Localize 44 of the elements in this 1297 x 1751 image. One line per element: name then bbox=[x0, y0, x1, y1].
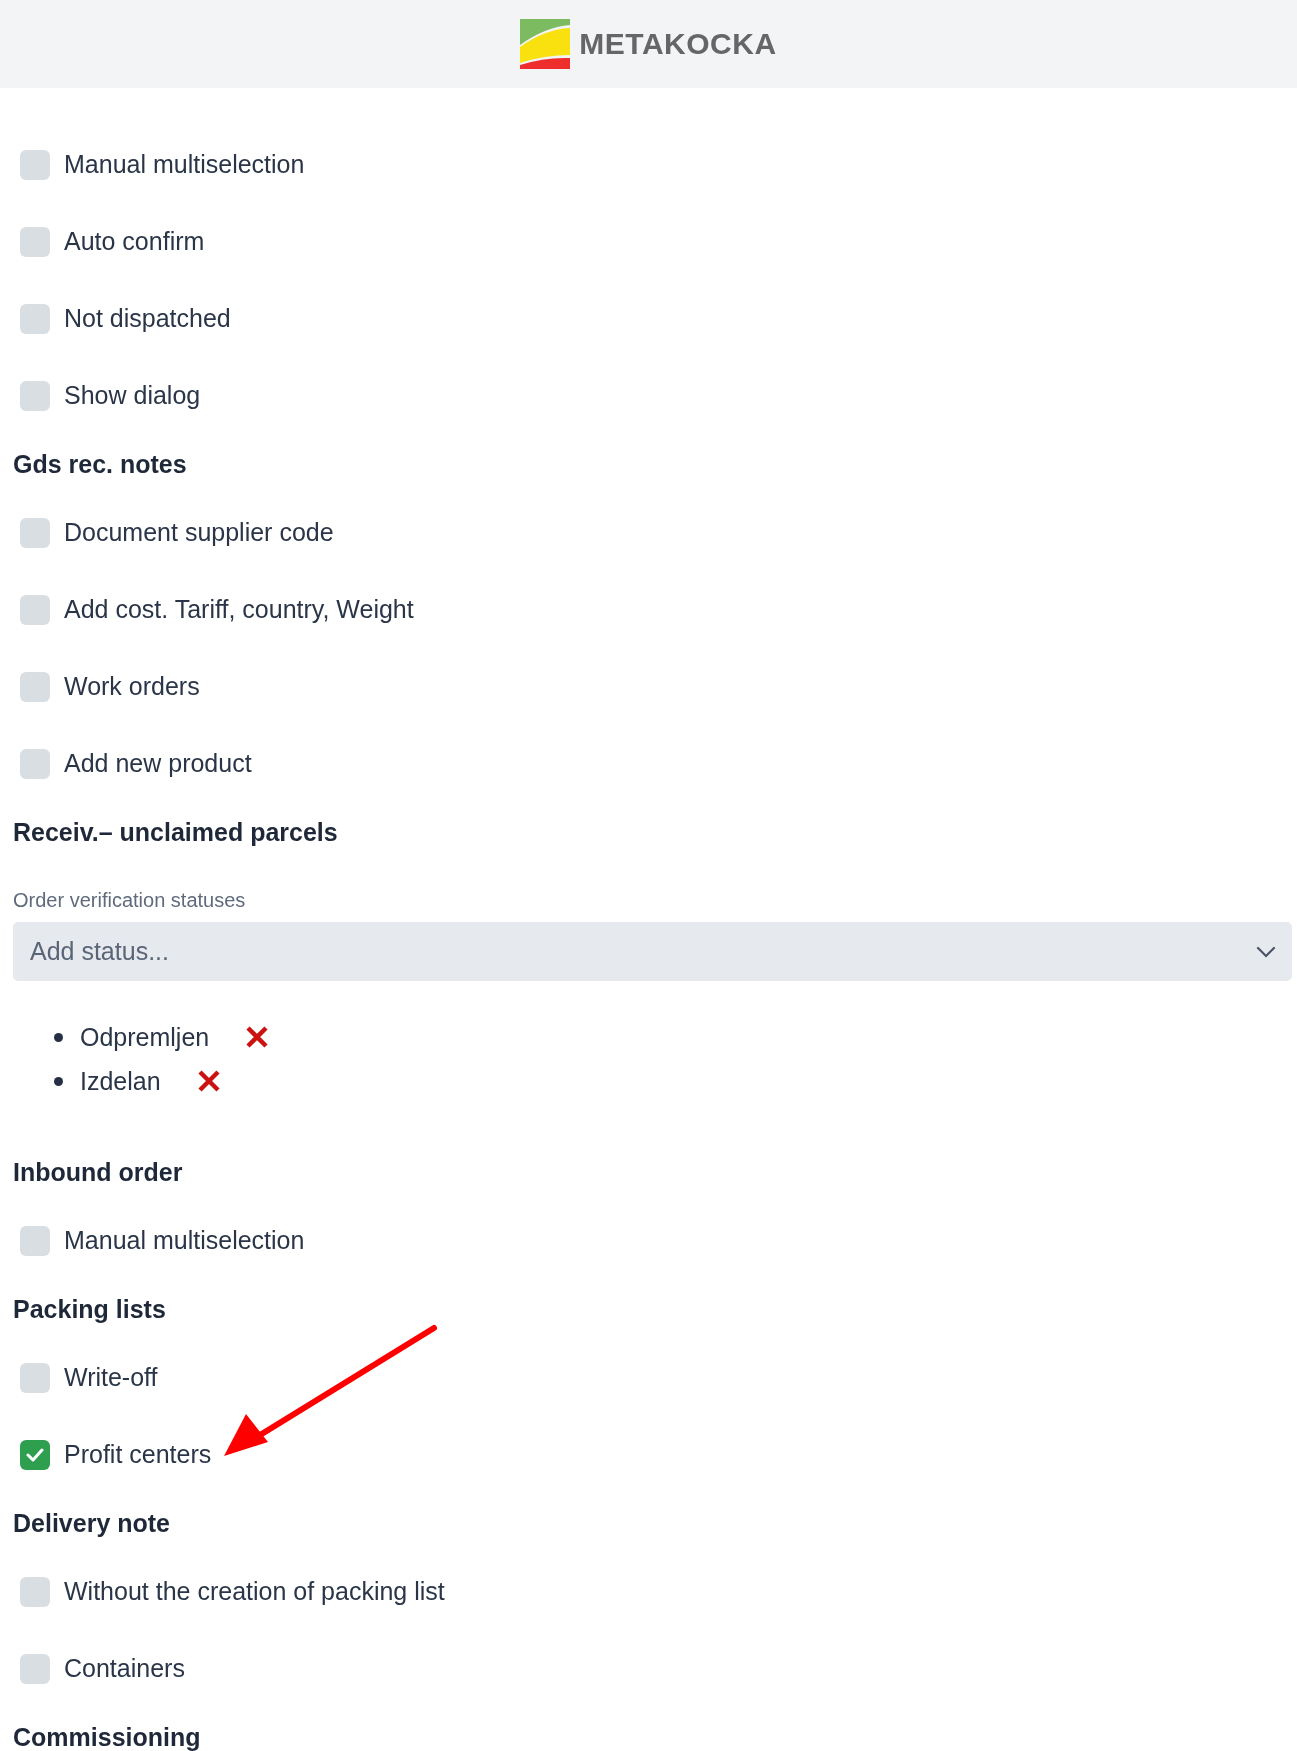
bullet-icon bbox=[54, 1076, 63, 1086]
remove-icon[interactable] bbox=[245, 1025, 270, 1049]
checkbox-label: Write-off bbox=[64, 1363, 158, 1392]
bullet-icon bbox=[54, 1032, 63, 1042]
checkbox-label: Profit centers bbox=[64, 1440, 212, 1469]
checkmark-icon bbox=[26, 1447, 44, 1462]
checkbox-label: Add cost. Tariff, country, Weight bbox=[64, 595, 414, 624]
section-heading: Packing lists bbox=[13, 1293, 167, 1325]
logo-icon bbox=[520, 19, 571, 69]
checkbox[interactable] bbox=[20, 1576, 50, 1607]
checkbox-label: Manual multiselection bbox=[64, 150, 305, 179]
checkbox-label: Auto confirm bbox=[64, 227, 205, 256]
checkbox[interactable] bbox=[20, 1439, 50, 1470]
status-dropdown[interactable]: Add status... bbox=[13, 922, 1292, 981]
section-heading: Inbound order bbox=[13, 1156, 184, 1188]
checkbox-label: Show dialog bbox=[64, 381, 201, 410]
logo-text: METAKOCKA bbox=[579, 27, 777, 61]
remove-icon[interactable] bbox=[196, 1069, 221, 1093]
checkbox-label: Manual multiselection bbox=[64, 1226, 305, 1255]
checkbox-label: Work orders bbox=[64, 672, 200, 701]
status-name: Odpremljen bbox=[80, 1022, 210, 1052]
checkbox[interactable] bbox=[20, 149, 50, 180]
section-heading: Gds rec. notes bbox=[13, 448, 188, 480]
checkbox-label: Not dispatched bbox=[64, 304, 231, 333]
status-name: Izdelan bbox=[80, 1066, 161, 1096]
section-heading: Receiv.– unclaimed parcels bbox=[13, 816, 339, 848]
checkbox[interactable] bbox=[20, 594, 50, 625]
chevron-down-icon bbox=[1256, 945, 1276, 958]
section-heading: Commissioning bbox=[13, 1721, 202, 1751]
field-label: Order verification statuses bbox=[13, 888, 247, 912]
checkbox[interactable] bbox=[20, 1225, 50, 1256]
checkbox-label: Document supplier code bbox=[64, 518, 334, 547]
checkbox[interactable] bbox=[20, 1653, 50, 1684]
checkbox[interactable] bbox=[20, 671, 50, 702]
checkbox-label: Containers bbox=[64, 1654, 185, 1683]
checkbox[interactable] bbox=[20, 226, 50, 257]
checkbox-label: Add new product bbox=[64, 749, 252, 778]
checkbox[interactable] bbox=[20, 1362, 50, 1393]
checkbox[interactable] bbox=[20, 380, 50, 411]
checkbox[interactable] bbox=[20, 517, 50, 548]
checkbox-label: Without the creation of packing list bbox=[64, 1577, 445, 1606]
section-heading: Delivery note bbox=[13, 1507, 171, 1539]
checkbox[interactable] bbox=[20, 748, 50, 779]
checkbox[interactable] bbox=[20, 303, 50, 334]
